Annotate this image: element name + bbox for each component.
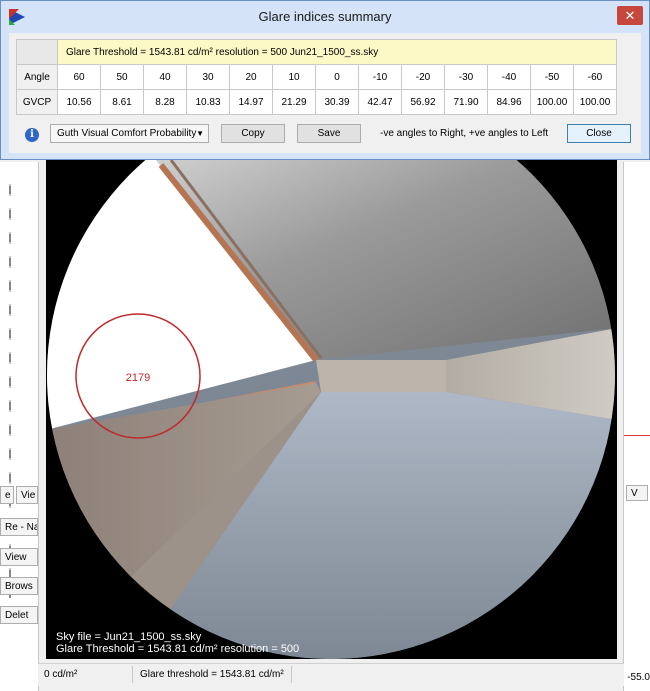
angle-cell: 40 [143, 64, 187, 90]
angle-cell: -10 [358, 64, 402, 90]
angle-cell: -40 [487, 64, 531, 90]
sky-file-label: Sky file = Jun21_1500_ss.sky [56, 631, 202, 643]
status-glare-threshold: Glare threshold = 1543.81 cd/m² [140, 669, 284, 680]
gvcp-cell: 42.47 [358, 89, 402, 115]
gvcp-cell: 21.29 [272, 89, 316, 115]
glare-source-value: 2179 [126, 372, 150, 384]
view-button[interactable]: View [0, 548, 38, 566]
angle-cell: -50 [530, 64, 574, 90]
status-luminance: 0 cd/m² [44, 669, 78, 680]
gvcp-cell: 56.92 [401, 89, 445, 115]
dialog-client: Glare Threshold = 1543.81 cd/m² resoluti… [9, 33, 641, 153]
angle-cell: -20 [401, 64, 445, 90]
corner-cell [16, 39, 58, 65]
info-row: Glare Threshold = 1543.81 cd/m² resoluti… [57, 39, 617, 65]
back-wall [316, 360, 446, 392]
angle-cell: 10 [272, 64, 316, 90]
title-bar[interactable]: Glare indices summary ✕ [1, 1, 649, 33]
status-bar: 0 cd/m² Glare threshold = 1543.81 cd/m² [38, 663, 624, 686]
delete-button[interactable]: Delet [0, 606, 38, 624]
chevron-down-icon: ▼ [196, 129, 204, 138]
gvcp-cell: 10.83 [186, 89, 230, 115]
fisheye-render[interactable]: 2179 Sky file = Jun21_1500_ss.sky Glare … [46, 160, 617, 659]
rename-button[interactable]: Re - Na [0, 518, 38, 536]
angle-cell: -60 [573, 64, 617, 90]
gvcp-cell: 84.96 [487, 89, 531, 115]
index-select-value: Guth Visual Comfort Probability [57, 128, 197, 139]
gvcp-cell: 8.28 [143, 89, 187, 115]
angle-cell: 0 [315, 64, 359, 90]
close-button[interactable]: Close [567, 124, 631, 143]
close-icon[interactable]: ✕ [617, 6, 643, 25]
gvcp-header: GVCP [16, 89, 58, 115]
tab-right-view[interactable]: V [626, 485, 648, 501]
gvcp-cell: 10.56 [57, 89, 101, 115]
glare-threshold-label: Glare Threshold = 1543.81 cd/m² resoluti… [56, 643, 300, 655]
info-icon[interactable]: i [25, 128, 39, 142]
angle-cell: -30 [444, 64, 488, 90]
tab-view[interactable]: Vie [16, 486, 38, 504]
gvcp-cell: 30.39 [315, 89, 359, 115]
index-select[interactable]: Guth Visual Comfort Probability ▼ [50, 124, 209, 143]
copy-button[interactable]: Copy [221, 124, 285, 143]
dialog-title: Glare indices summary [258, 9, 392, 24]
right-value: -55.0 [627, 672, 650, 683]
left-panel: e Vie Re - Na View Brows Delet [0, 162, 39, 691]
tab-e[interactable]: e [0, 486, 14, 504]
angle-cell: 60 [57, 64, 101, 90]
render-canvas: 2179 [47, 160, 615, 659]
gvcp-cell: 8.61 [100, 89, 144, 115]
render-caption: Sky file = Jun21_1500_ss.sky Glare Thres… [56, 631, 299, 655]
glare-table: Glare Threshold = 1543.81 cd/m² resoluti… [16, 39, 617, 115]
angle-cell: 50 [100, 64, 144, 90]
angle-header: Angle [16, 64, 58, 90]
controls-row: i Guth Visual Comfort Probability ▼ Copy… [9, 123, 641, 147]
angle-cell: 30 [186, 64, 230, 90]
red-guide-line [624, 435, 650, 436]
gvcp-cell: 71.90 [444, 89, 488, 115]
angle-cell: 20 [229, 64, 273, 90]
browse-button[interactable]: Brows [0, 577, 38, 595]
angle-hint: -ve angles to Right, +ve angles to Left [380, 128, 549, 139]
gvcp-cell: 100.00 [573, 89, 617, 115]
gvcp-cell: 14.97 [229, 89, 273, 115]
glare-summary-dialog: Glare indices summary ✕ Glare Threshold … [0, 0, 650, 160]
gvcp-cell: 100.00 [530, 89, 574, 115]
right-panel: V [623, 162, 650, 691]
save-button[interactable]: Save [297, 124, 361, 143]
